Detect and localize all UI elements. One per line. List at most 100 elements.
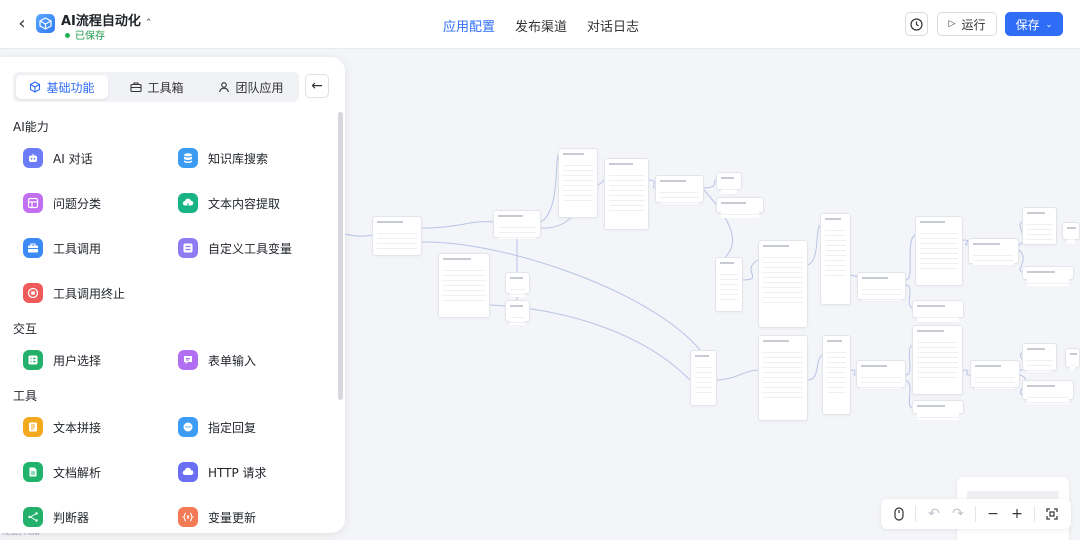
- file-icon: [23, 462, 43, 482]
- play-icon: ▷: [948, 19, 956, 29]
- layout-icon: [23, 193, 43, 213]
- flow-node[interactable]: [820, 213, 851, 305]
- flow-node[interactable]: [970, 360, 1020, 389]
- node-tool-call-stop[interactable]: 工具调用终止: [23, 281, 125, 305]
- section-interaction: 交互: [13, 322, 38, 336]
- flow-node[interactable]: [1022, 343, 1057, 372]
- tab-toolbox[interactable]: 工具箱: [113, 75, 201, 99]
- tab-team-label: 团队应用: [235, 80, 284, 95]
- node-library-panel: 基础功能 工具箱 团队应用 ← AI能力 AI 对话 知识库搜索 问题分类 文本…: [0, 57, 345, 533]
- flow-node[interactable]: [1065, 348, 1080, 372]
- chevron-down-icon: ⌄: [1045, 19, 1053, 29]
- tab-basic-label: 基础功能: [46, 80, 95, 95]
- redo-icon[interactable]: ↷: [948, 504, 968, 524]
- node-user-select[interactable]: 用户选择: [23, 348, 101, 372]
- section-ai: AI能力: [13, 120, 49, 134]
- save-button[interactable]: 保存 ⌄: [1005, 12, 1063, 36]
- zoom-in-icon[interactable]: +: [1007, 504, 1027, 524]
- save-label: 保存: [1015, 17, 1040, 32]
- tab-team-apps[interactable]: 团队应用: [206, 75, 296, 99]
- node-question-classify[interactable]: 问题分类: [23, 191, 101, 215]
- flow-node[interactable]: [1062, 222, 1080, 245]
- flow-node[interactable]: [493, 210, 541, 239]
- toolbox-icon: [130, 82, 143, 93]
- node-ai-chat-label: AI 对话: [53, 151, 93, 166]
- tab-publish-channel[interactable]: 发布渠道: [515, 16, 567, 35]
- chat-bubble-icon: [178, 417, 198, 437]
- node-text-concat-label: 文本拼接: [53, 420, 102, 435]
- node-kb-search[interactable]: 知识库搜索: [178, 146, 268, 170]
- node-custom-tool-var-label: 自定义工具变量: [208, 241, 293, 256]
- flow-node[interactable]: [1022, 380, 1074, 404]
- flow-node[interactable]: [857, 272, 906, 301]
- node-ai-chat[interactable]: AI 对话: [23, 146, 93, 170]
- flow-node[interactable]: [690, 350, 717, 406]
- top-header: ‹ AI流程自动化 ⌃ 已保存 应用配置 发布渠道 对话日志 ▷ 运行 保存 ⌄: [0, 0, 1080, 49]
- flow-node[interactable]: [758, 335, 808, 421]
- tab-app-config[interactable]: 应用配置: [443, 16, 495, 35]
- node-var-update-label: 变量更新: [208, 510, 257, 525]
- user-icon: [219, 82, 230, 93]
- flow-node[interactable]: [912, 300, 964, 323]
- flow-node[interactable]: [912, 400, 964, 421]
- flow-node[interactable]: [558, 148, 598, 218]
- node-http-label: HTTP 请求: [208, 465, 267, 480]
- flow-node[interactable]: [856, 360, 906, 389]
- flow-node[interactable]: [505, 272, 530, 297]
- panel-tabs: 基础功能 工具箱 团队应用: [13, 72, 299, 102]
- flow-node[interactable]: [372, 216, 422, 256]
- flow-node[interactable]: [758, 240, 808, 328]
- tab-basic-functions[interactable]: 基础功能: [16, 75, 108, 99]
- node-reply-label: 指定回复: [208, 420, 257, 435]
- briefcase-icon: [23, 238, 43, 258]
- node-text-extract-label: 文本内容提取: [208, 196, 281, 211]
- node-text-concat[interactable]: 文本拼接: [23, 415, 101, 439]
- run-label: 运行: [961, 17, 986, 32]
- tab-toolbox-label: 工具箱: [147, 80, 184, 95]
- flow-node[interactable]: [438, 253, 490, 318]
- flow-node[interactable]: [716, 172, 742, 195]
- tab-chat-logs[interactable]: 对话日志: [587, 16, 639, 35]
- panel-scrollbar[interactable]: [338, 112, 343, 400]
- status-dot-icon: [65, 33, 70, 38]
- flow-node[interactable]: [604, 158, 649, 230]
- mouse-mode-icon[interactable]: [889, 504, 909, 524]
- node-condition[interactable]: 判断器: [23, 505, 89, 529]
- robot-icon: [23, 148, 43, 168]
- cloud-extract-icon: [178, 193, 198, 213]
- node-tool-call[interactable]: 工具调用: [23, 236, 101, 260]
- flow-node[interactable]: [715, 257, 743, 312]
- node-custom-tool-var[interactable]: 自定义工具变量: [178, 236, 292, 260]
- node-doc-parse[interactable]: 文档解析: [23, 460, 101, 484]
- node-var-update[interactable]: 变量更新: [178, 505, 256, 529]
- flow-node[interactable]: [912, 325, 963, 395]
- app-cube-icon: [36, 14, 55, 33]
- fit-view-icon[interactable]: [1042, 504, 1062, 524]
- flow-node[interactable]: [655, 175, 704, 204]
- collapse-panel-button[interactable]: ←: [305, 74, 329, 98]
- history-button[interactable]: [905, 12, 928, 36]
- node-form-input-label: 表单输入: [208, 353, 257, 368]
- node-form-input[interactable]: 表单输入: [178, 348, 256, 372]
- node-reply[interactable]: 指定回复: [178, 415, 256, 439]
- flow-node[interactable]: [716, 197, 764, 219]
- variable-list-icon: [178, 238, 198, 258]
- flow-node[interactable]: [1022, 207, 1057, 245]
- stop-icon: [23, 283, 43, 303]
- flow-node[interactable]: [505, 300, 530, 325]
- undo-icon[interactable]: ↶: [924, 504, 944, 524]
- zoom-out-icon[interactable]: −: [983, 504, 1003, 524]
- checklist-icon: [23, 350, 43, 370]
- flow-node[interactable]: [915, 216, 963, 286]
- form-icon: [178, 350, 198, 370]
- flow-node[interactable]: [822, 335, 851, 415]
- node-http[interactable]: HTTP 请求: [178, 460, 267, 484]
- back-icon[interactable]: ‹: [12, 12, 32, 36]
- flow-node[interactable]: [1022, 266, 1074, 287]
- switch-icon[interactable]: ⌃: [145, 18, 153, 28]
- canvas-toolbar: ↶ ↷ − +: [881, 499, 1071, 529]
- node-text-extract[interactable]: 文本内容提取: [178, 191, 280, 215]
- run-button[interactable]: ▷ 运行: [937, 12, 997, 36]
- save-status: 已保存: [65, 27, 105, 42]
- flow-node[interactable]: [968, 238, 1019, 266]
